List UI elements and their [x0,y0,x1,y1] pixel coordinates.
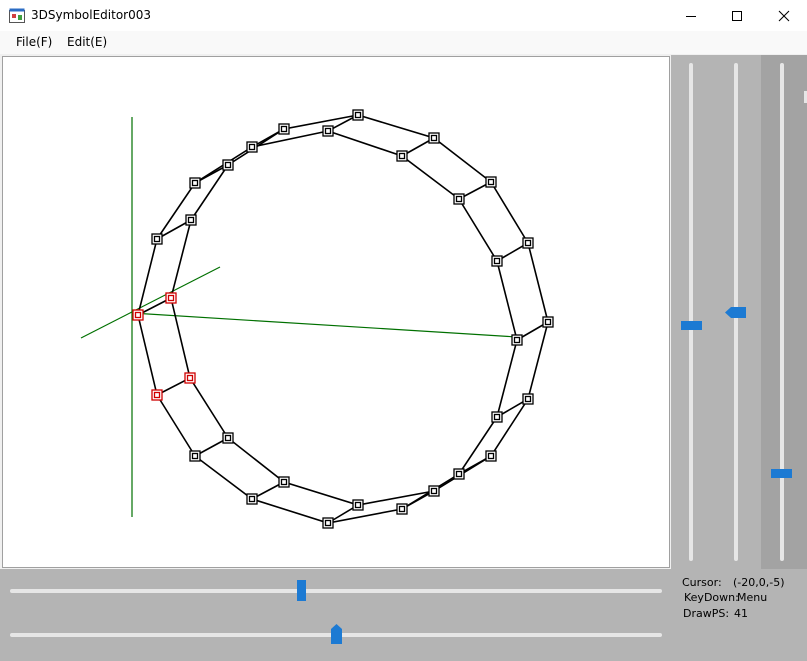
drawps-label: DrawPS: [683,607,730,620]
vertex-marker[interactable] [396,150,408,162]
vertex-marker[interactable] [428,485,440,497]
slider-track-h1 [10,589,662,593]
bottom-slider-panel: Cursor: (-20,0,-5) KeyDown: Menu DrawPS:… [0,569,807,661]
vertex-marker[interactable] [396,503,408,515]
vertex-marker[interactable] [185,214,197,226]
vertex-marker[interactable] [485,176,497,188]
horizontal-slider-1-thumb[interactable] [297,580,306,601]
vertex-markers[interactable] [132,109,554,529]
slider-track-3 [780,63,784,561]
vertical-slider-1-thumb[interactable] [681,321,702,330]
axis-depth [80,266,221,339]
vertex-marker[interactable] [322,125,334,137]
vertex-marker[interactable] [485,450,497,462]
vertex-marker[interactable] [522,237,534,249]
drawps-value: 41 [734,607,748,620]
vertex-marker[interactable] [322,517,334,529]
vertical-slider-3-panel [761,55,807,569]
vertex-marker[interactable] [278,476,290,488]
app-icon [9,8,25,23]
vertex-marker[interactable] [222,432,234,444]
vertex-marker[interactable] [278,123,290,135]
menu-bar: File(F) Edit(E) [0,31,807,54]
vertex-marker[interactable] [428,132,440,144]
menu-edit[interactable]: Edit(E) [67,35,107,49]
vertex-marker[interactable] [542,316,554,328]
maximize-icon [732,10,742,21]
vertex-marker[interactable] [246,493,258,505]
vertex-marker[interactable] [453,193,465,205]
vertex-marker-selected[interactable] [151,389,163,401]
vertex-marker[interactable] [246,141,258,153]
vertex-marker-selected[interactable] [165,292,177,304]
keydown-label: KeyDown: [684,591,739,604]
drawing-canvas[interactable] [2,56,670,568]
vertex-marker[interactable] [522,393,534,405]
minimize-button[interactable] [668,0,714,31]
vertex-marker[interactable] [511,334,523,346]
cursor-label: Cursor: [682,576,722,589]
outer-ring [170,114,549,506]
cursor-value: (-20,0,-5) [733,576,785,589]
vertex-marker[interactable] [222,159,234,171]
vertex-marker[interactable] [352,499,364,511]
close-button[interactable] [761,0,807,31]
vertex-marker[interactable] [189,450,201,462]
maximize-button[interactable] [714,0,760,31]
vertex-marker[interactable] [491,411,503,423]
inner-ring [137,130,518,524]
axis-horizontal [131,312,518,338]
vertex-marker[interactable] [491,255,503,267]
slider-track-1 [689,63,693,561]
title-bar: 3DSymbolEditor003 [0,0,807,31]
menu-file[interactable]: File(F) [16,35,52,49]
keydown-value: Menu [737,591,768,604]
vertex-marker[interactable] [151,233,163,245]
horizontal-slider-2-thumb[interactable] [331,624,342,644]
vertical-slider-2-thumb[interactable] [725,307,746,318]
minimize-icon [686,15,696,17]
vertex-marker-selected[interactable] [132,309,144,321]
ring-connectors [137,114,549,524]
vertex-marker[interactable] [352,109,364,121]
symbol-view[interactable] [3,57,669,567]
vertical-slider-3-thumb[interactable] [771,469,792,478]
close-icon [778,10,790,21]
vertex-marker-selected[interactable] [184,372,196,384]
vertex-marker[interactable] [453,468,465,480]
vertex-marker[interactable] [189,177,201,189]
window-title: 3DSymbolEditor003 [31,8,151,22]
